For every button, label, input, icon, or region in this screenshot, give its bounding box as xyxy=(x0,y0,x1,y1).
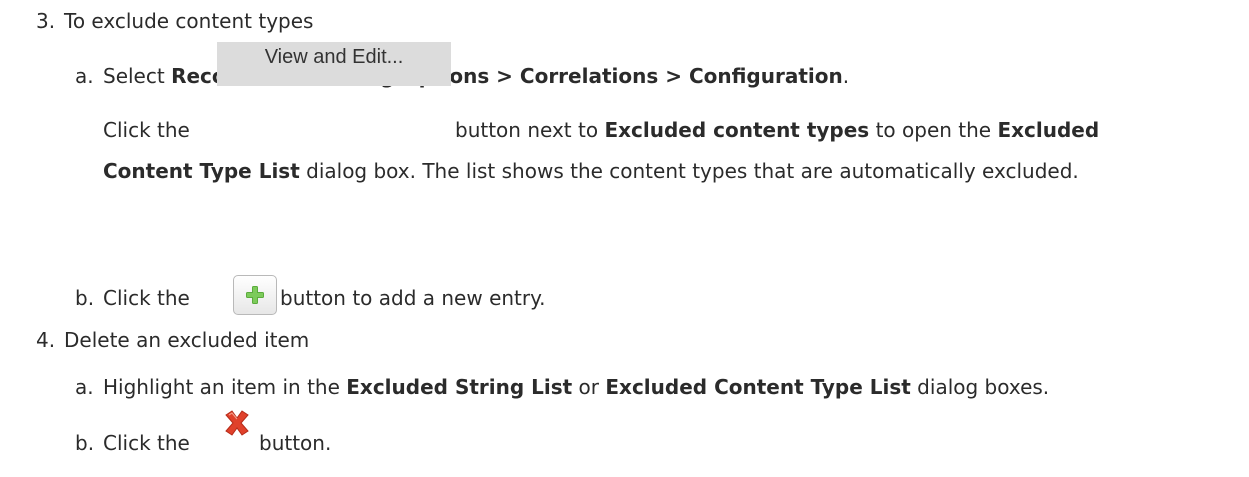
view-and-edit-button[interactable]: View and Edit... xyxy=(217,42,451,86)
excluded-content-types-label: Excluded content types xyxy=(604,118,870,142)
plus-icon xyxy=(246,286,264,304)
step-3b-text-start: Click the xyxy=(103,286,190,310)
text: button next to xyxy=(455,118,605,142)
delete-x-icon xyxy=(225,410,249,436)
dialog-name: Excluded Content Type List xyxy=(605,375,911,399)
step-3a-click-text: Click the xyxy=(103,118,190,142)
text: Highlight an item in the xyxy=(103,375,347,399)
step-3a-line3: Content Type List dialog box. The list s… xyxy=(103,159,1079,183)
step-4b-text-end: button. xyxy=(259,431,332,455)
add-entry-button[interactable] xyxy=(233,275,277,315)
step-3-number: 3. xyxy=(36,9,56,33)
step-3a-line1: Select Record > Recording Options > Corr… xyxy=(103,64,849,88)
step-4-title: Delete an excluded item xyxy=(64,328,310,352)
step-3b-letter: b. xyxy=(75,286,95,310)
text: dialog box. The list shows the content t… xyxy=(299,159,1079,183)
text: dialog boxes. xyxy=(910,375,1050,399)
step-4-number: 4. xyxy=(36,328,56,352)
step-3b-text-end: button to add a new entry. xyxy=(280,286,546,310)
step-4a-letter: a. xyxy=(75,375,94,399)
step-3a-letter: a. xyxy=(75,64,94,88)
text: Select xyxy=(103,64,172,88)
dialog-name: Excluded xyxy=(997,118,1100,142)
dialog-name: Excluded String List xyxy=(346,375,573,399)
delete-button[interactable] xyxy=(218,406,256,440)
step-4a-text: Highlight an item in the Excluded String… xyxy=(103,375,1049,399)
step-4b-letter: b. xyxy=(75,431,95,455)
text: or xyxy=(572,375,606,399)
text: . xyxy=(842,64,850,88)
text: to open the xyxy=(869,118,998,142)
dialog-name: Content Type List xyxy=(103,159,300,183)
step-3-title: To exclude content types xyxy=(64,9,314,33)
step-4b-text-start: Click the xyxy=(103,431,190,455)
step-3a-line2: button next to Excluded content types to… xyxy=(455,118,1099,142)
